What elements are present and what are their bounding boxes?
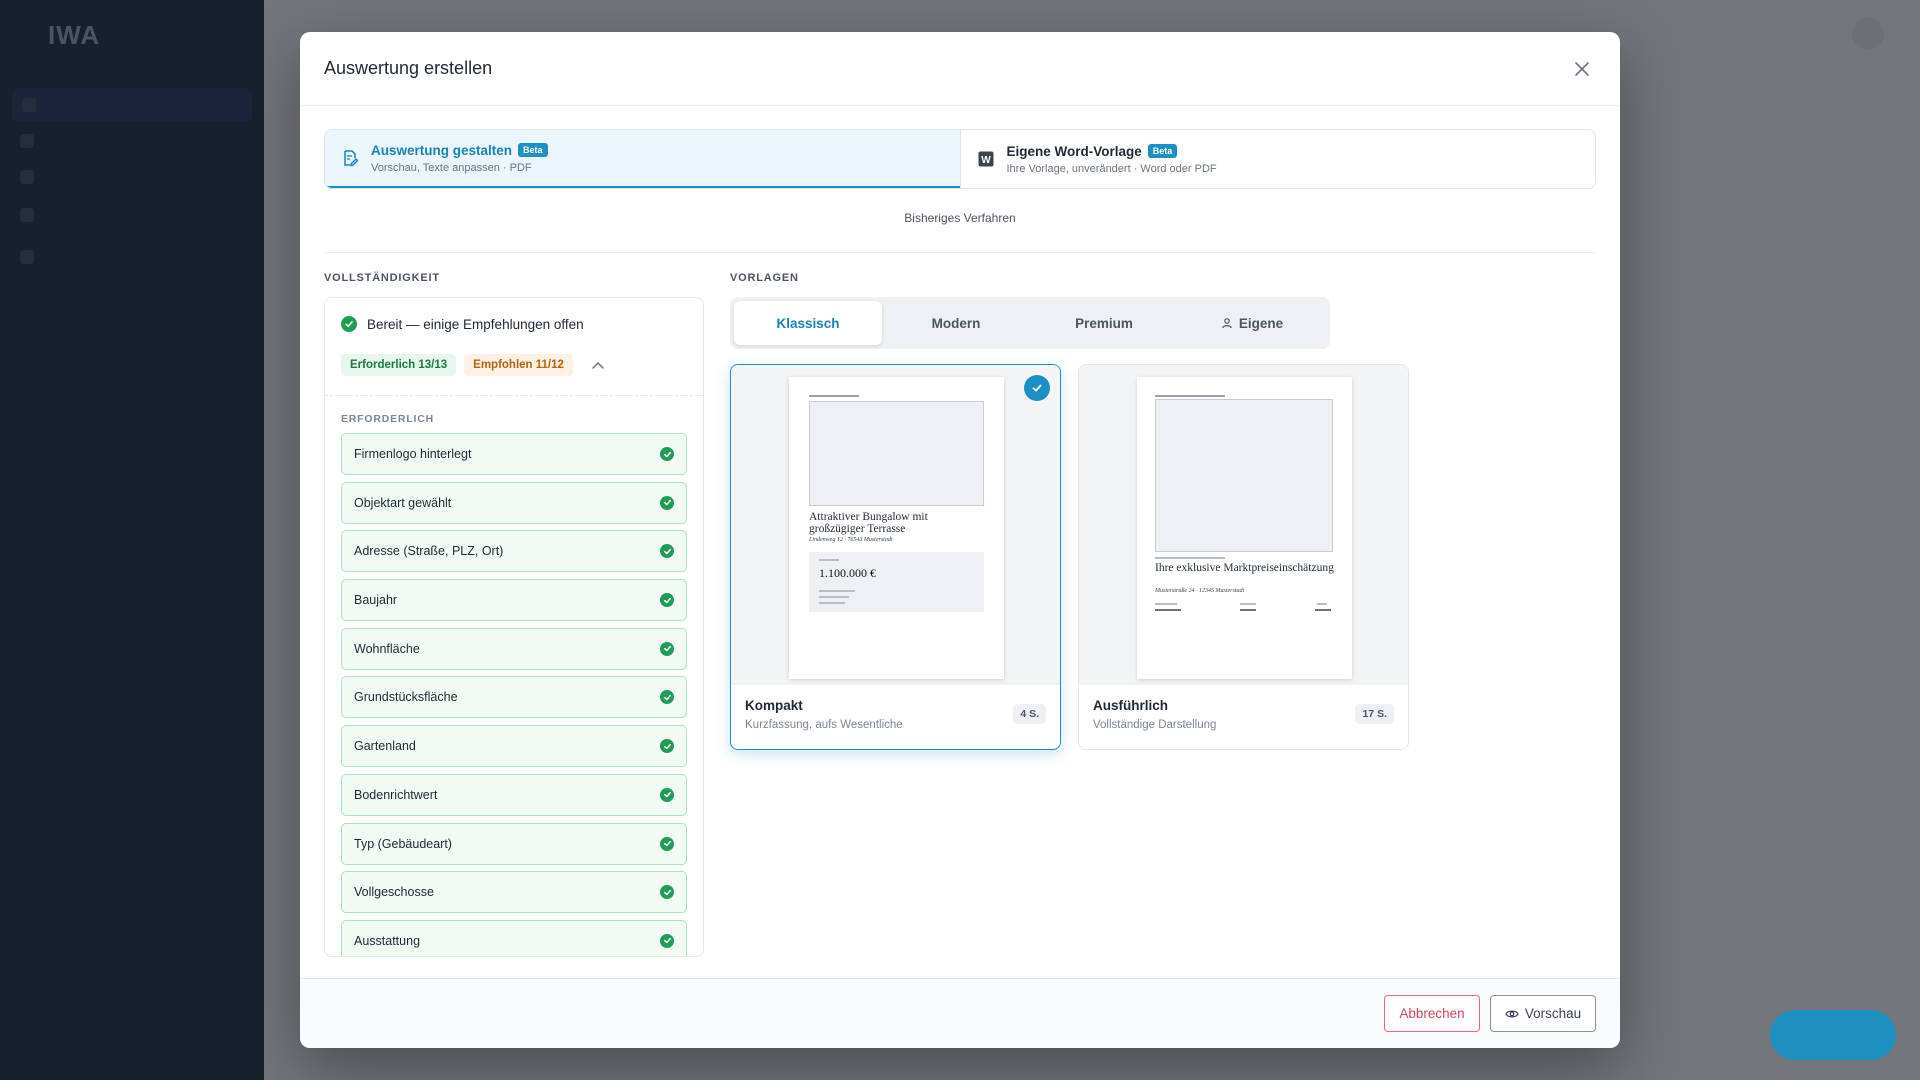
- requirement-label: Grundstücksfläche: [354, 690, 458, 705]
- divider: [324, 252, 1596, 253]
- check-circle-icon: [660, 544, 674, 559]
- recommended-count-badge: Empfohlen 11/12: [464, 354, 573, 376]
- check-circle-icon: [660, 739, 674, 754]
- template-style-tabs: Klassisch Modern Premium Eigene: [730, 297, 1330, 349]
- word-icon: W: [977, 150, 995, 168]
- create-report-modal: Auswertung erstellen Auswertung gestalte…: [300, 32, 1620, 1048]
- requirement-label: Adresse (Straße, PLZ, Ort): [354, 544, 504, 559]
- document-thumbnail: Ihre exklusive Marktpreiseinschätzung Mu…: [1137, 377, 1352, 679]
- preview-button-label: Vorschau: [1524, 1006, 1582, 1021]
- required-label: ERFORDERLICH: [341, 413, 435, 425]
- check-circle-icon: [341, 316, 357, 332]
- template-name: Ausführlich: [1093, 698, 1169, 713]
- page-count-badge: 4 S.: [1013, 704, 1046, 724]
- requirement-item: Firmenlogo hinterlegt: [341, 433, 687, 475]
- modal-header: Auswertung erstellen: [300, 32, 1620, 106]
- requirement-item: Bodenrichtwert: [341, 773, 687, 816]
- tab-eigene[interactable]: Eigene: [1178, 301, 1326, 345]
- requirement-item: Baujahr: [341, 579, 687, 622]
- requirement-label: Baujahr: [354, 593, 398, 608]
- requirement-label: Ausstattung: [354, 933, 421, 948]
- requirement-item: Wohnfläche: [341, 627, 687, 670]
- edit-document-icon: [341, 149, 359, 167]
- mode-subtitle: Ihre Vorlage, unverändert · Word oder PD…: [1006, 162, 1217, 175]
- requirement-label: Wohnfläche: [354, 641, 420, 656]
- template-description: Kurzfassung, aufs Wesentliche: [745, 719, 903, 731]
- check-circle-icon: [660, 787, 674, 802]
- mode-title: Auswertung gestalten: [371, 142, 513, 158]
- requirement-item: Adresse (Straße, PLZ, Ort): [341, 530, 687, 573]
- requirement-item: Typ (Gebäudeart): [341, 822, 687, 865]
- template-preview: Ihre exklusive Marktpreiseinschätzung Mu…: [1079, 365, 1408, 685]
- tab-design-report[interactable]: Auswertung gestalten Beta Vorschau, Texte…: [325, 130, 960, 188]
- selected-check-icon: [1024, 375, 1050, 401]
- tab-label: Eigene: [1238, 315, 1284, 331]
- feedback-button[interactable]: [1770, 1010, 1896, 1060]
- check-circle-icon: [660, 885, 674, 900]
- page-count-badge: 17 S.: [1355, 704, 1394, 724]
- beta-badge: Beta: [1147, 144, 1178, 158]
- preview-title: Ihre exklusive Marktpreiseinschätzung: [1155, 562, 1334, 574]
- user-icon: [1222, 318, 1232, 329]
- modal-footer: Abbrechen Vorschau: [300, 978, 1620, 1048]
- template-card-footer: Kompakt Kurzfassung, aufs Wesentliche 4 …: [731, 683, 1060, 749]
- svg-text:W: W: [981, 155, 991, 166]
- template-card-kompakt[interactable]: Attraktiver Bungalow mit großzügiger Ter…: [730, 364, 1061, 750]
- preview-price: 1.100.000 €: [819, 566, 876, 580]
- template-description: Vollständige Darstellung: [1093, 719, 1217, 731]
- tab-klassisch[interactable]: Klassisch: [734, 301, 882, 345]
- preview-button[interactable]: Vorschau: [1490, 995, 1596, 1032]
- preview-address: Lindenweg 12 · 76543 Musterstadt: [809, 537, 893, 543]
- requirement-label: Vollgeschosse: [354, 885, 434, 900]
- completeness-section-label: VOLLSTÄNDIGKEIT: [324, 272, 440, 284]
- requirement-item: Objektart gewählt: [341, 481, 687, 524]
- template-card-ausfuehrlich[interactable]: Ihre exklusive Marktpreiseinschätzung Mu…: [1078, 364, 1409, 750]
- check-circle-icon: [660, 495, 674, 510]
- mode-subtitle: Vorschau, Texte anpassen · PDF: [371, 161, 532, 174]
- tab-modern[interactable]: Modern: [882, 301, 1030, 345]
- requirement-item: Vollgeschosse: [341, 871, 687, 914]
- check-circle-icon: [660, 836, 674, 851]
- requirement-label: Typ (Gebäudeart): [354, 836, 452, 851]
- check-circle-icon: [660, 447, 674, 461]
- preview-address: Musterstraße 24 · 12345 Musterstadt: [1155, 588, 1245, 594]
- preview-title: Attraktiver Bungalow mit großzügiger Ter…: [809, 511, 928, 535]
- chevron-up-icon[interactable]: [589, 356, 607, 374]
- check-circle-icon: [660, 593, 674, 608]
- requirement-item: Ausstattung: [341, 919, 687, 956]
- eye-icon: [1505, 1010, 1519, 1017]
- check-circle-icon: [660, 933, 674, 948]
- required-list: Firmenlogo hinterlegt Objektart gewählt Ad…: [341, 433, 687, 956]
- check-circle-icon: [660, 690, 674, 705]
- requirement-label: Bodenrichtwert: [354, 787, 438, 802]
- beta-badge: Beta: [518, 143, 548, 157]
- requirement-item: Gartenland: [341, 725, 687, 768]
- mode-title: Eigene Word-Vorlage: [1006, 143, 1142, 159]
- required-count-badge: Erforderlich 13/13: [341, 354, 457, 376]
- template-name: Kompakt: [745, 698, 803, 713]
- completeness-panel: Bereit — einige Empfehlungen offen Erfor…: [324, 297, 704, 957]
- tab-word-template[interactable]: W Eigene Word-Vorlage Beta Ihre Vorlage, …: [959, 130, 1596, 188]
- requirement-item: Grundstücksfläche: [341, 676, 687, 719]
- status-text: Bereit — einige Empfehlungen offen: [367, 316, 584, 332]
- template-card-footer: Ausführlich Vollständige Darstellung 17 …: [1079, 683, 1408, 749]
- modal-title: Auswertung erstellen: [324, 58, 493, 78]
- mode-tabs: Auswertung gestalten Beta Vorschau, Texte…: [324, 129, 1596, 189]
- requirement-label: Firmenlogo hinterlegt: [354, 447, 472, 461]
- requirement-label: Objektart gewählt: [354, 495, 452, 510]
- tab-premium[interactable]: Premium: [1030, 301, 1178, 345]
- dashed-divider: [325, 395, 703, 396]
- document-thumbnail: Attraktiver Bungalow mit großzügiger Ter…: [789, 377, 1004, 679]
- requirement-label: Gartenland: [354, 739, 416, 754]
- completeness-status: Bereit — einige Empfehlungen offen: [341, 316, 584, 332]
- close-icon[interactable]: [1568, 55, 1596, 83]
- legacy-process-link[interactable]: Bisheriges Verfahren: [300, 211, 1620, 225]
- templates-section-label: VORLAGEN: [730, 272, 799, 284]
- template-preview: Attraktiver Bungalow mit großzügiger Ter…: [731, 365, 1060, 685]
- check-circle-icon: [660, 641, 674, 656]
- cancel-button[interactable]: Abbrechen: [1384, 995, 1480, 1032]
- completeness-pills: Erforderlich 13/13 Empfohlen 11/12: [341, 354, 607, 376]
